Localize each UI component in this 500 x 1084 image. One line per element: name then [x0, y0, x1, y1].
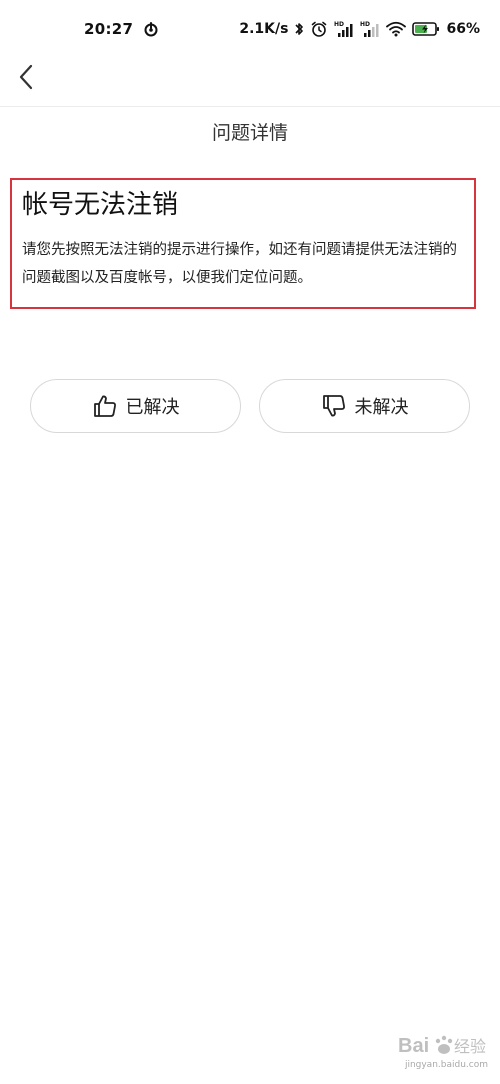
battery-charging-icon	[412, 21, 440, 37]
question-body: 请您先按照无法注销的提示进行操作，如还有问题请提供无法注销的问题截图以及百度帐号…	[22, 242, 457, 286]
status-right: 2.1K/s HD HD 66%	[239, 20, 480, 38]
watermark: Bai 经验 jingyan.baidu.com	[398, 1032, 488, 1070]
resolved-button[interactable]: 已解决	[30, 379, 241, 433]
network-speed: 2.1K/s	[239, 21, 289, 37]
svg-text:HD: HD	[334, 21, 344, 28]
battery-percent: 66%	[446, 21, 480, 37]
question-card: 帐号无法注销 请您先按照无法注销的提示进行操作，如还有问题请提供无法注销的问题截…	[10, 178, 476, 309]
baidu-jingyan-logo-icon: Bai 经验	[398, 1035, 486, 1057]
watermark-url: jingyan.baidu.com	[404, 1060, 488, 1070]
svg-text:Bai: Bai	[398, 1035, 429, 1057]
svg-text:HD: HD	[360, 21, 370, 28]
top-nav-bar	[0, 58, 500, 107]
question-title: 帐号无法注销	[22, 190, 179, 220]
thumbs-up-icon	[93, 395, 116, 417]
watermark-logo: Bai 经验	[398, 1032, 488, 1058]
status-bar: 20:27 2.1K/s HD HD 66%	[0, 0, 500, 58]
alarm-icon	[310, 20, 328, 38]
unresolved-button[interactable]: 未解决	[259, 379, 470, 433]
status-time: 20:27	[84, 20, 134, 38]
page-title: 问题详情	[211, 122, 288, 144]
back-button[interactable]	[12, 62, 40, 92]
resolved-label: 已解决	[125, 397, 180, 418]
bluetooth-icon	[294, 21, 304, 37]
unresolved-label: 未解决	[354, 397, 409, 418]
signal-hd-icon: HD	[334, 20, 354, 38]
thumbs-down-icon	[322, 395, 345, 417]
svg-text:经验: 经验	[454, 1037, 486, 1056]
status-left: 20:27	[84, 20, 159, 38]
wifi-icon	[386, 21, 407, 37]
chevron-left-icon	[19, 64, 33, 90]
signal-hd-icon: HD	[360, 20, 380, 38]
sync-icon	[143, 21, 159, 37]
feedback-row: 已解决 未解决	[30, 379, 470, 435]
